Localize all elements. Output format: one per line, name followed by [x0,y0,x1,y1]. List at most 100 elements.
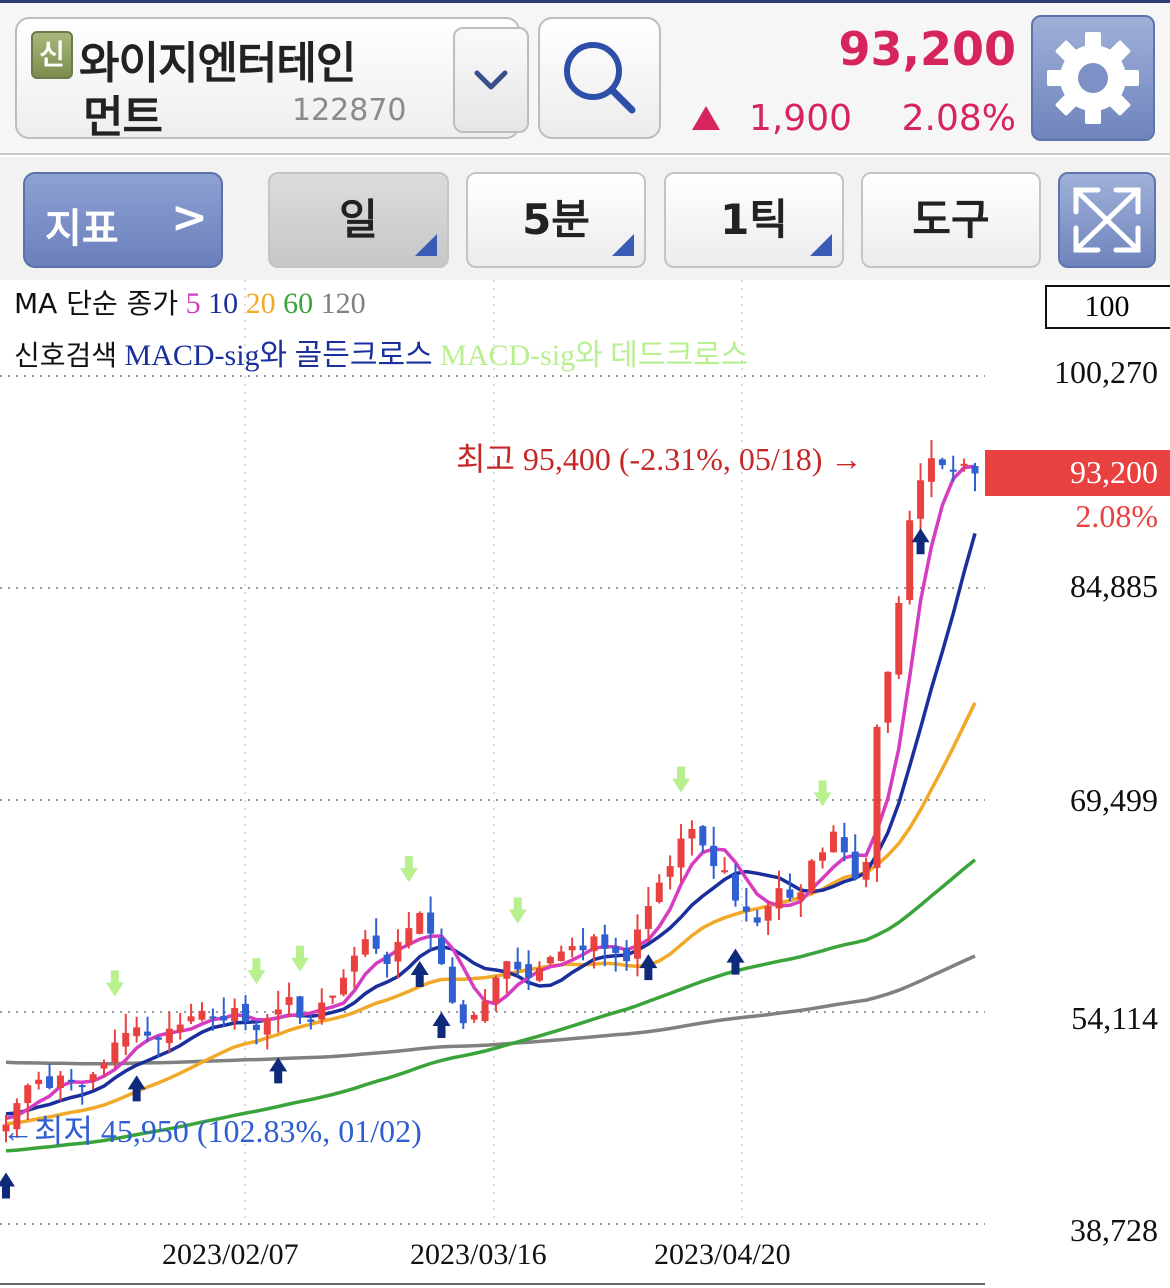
candle-body [535,968,543,981]
candle-body [633,929,641,959]
candle-body [960,463,968,466]
candle-body [263,1019,271,1035]
header-bar: 신 와이지엔터테인 먼트 122870 93,200 1,900 2.08% [0,0,1170,155]
candle-body [742,906,750,912]
candle-body [590,936,598,952]
period-tick-button[interactable]: 1틱 [664,172,844,268]
search-button[interactable] [538,17,661,139]
candle-body [481,1001,489,1022]
candle-body [851,851,859,879]
candle-body [731,873,739,901]
candle-body [252,1024,260,1031]
ma-legend: MA 단순 종가 5 10 20 60 120 [14,282,366,322]
dropdown-corner-icon [810,234,832,256]
signal-legend-prefix: 신호검색 [14,339,118,372]
candle-body [394,941,402,962]
ma-legend-120: 120 [320,287,366,320]
candle-body [786,889,794,898]
candle-body [307,1019,315,1022]
candle-body [165,1028,173,1043]
candle-body [721,870,729,873]
candle-body [296,996,304,1018]
current-price: 93,200 [838,22,1016,76]
candle-body [753,917,761,923]
candle-body [144,1031,152,1036]
golden-cross-arrow-icon [0,1172,15,1199]
candle-body [917,480,925,519]
candle-body [122,1032,130,1047]
candle-body [927,458,935,482]
stock-selector[interactable]: 신 와이지엔터테인 먼트 122870 [15,17,529,143]
candle-body [274,1009,282,1015]
tools-button[interactable]: 도구 [861,172,1041,268]
price-chart[interactable]: MA 단순 종가 5 10 20 60 120 신호검색 MACD-sig와 골… [0,280,1170,1288]
gear-icon [1047,32,1139,124]
candle-body [906,520,914,601]
candle-body [220,1015,228,1021]
dead-cross-arrow-icon [290,945,309,972]
candle-body [35,1079,43,1085]
candle-body [677,838,685,868]
period-5min-button[interactable]: 5분 [466,172,646,268]
expand-button[interactable] [1058,172,1156,268]
candle-body [797,892,805,900]
stock-dropdown-button[interactable] [453,27,529,133]
candle-body [514,961,522,970]
candle-body [819,852,827,861]
candle-body [808,860,816,892]
candle-body [557,951,565,961]
y-axis-label: 100,270 [1054,354,1158,390]
candle-body [176,1024,184,1032]
signal-legend: 신호검색 MACD-sig와 골든크로스 MACD-sig와 데드크로스 [14,330,748,374]
candle-body [503,961,511,979]
y-axis-label: 69,499 [1070,782,1158,818]
candle-body [209,1016,217,1019]
candle-body [350,955,358,972]
candle-body [655,882,663,902]
low-annotation: ←최저 45,950 (102.83%, 01/02) [2,1113,422,1149]
candle-body [895,602,903,675]
candle-body [525,964,533,978]
search-icon [564,42,636,114]
settings-button[interactable] [1031,15,1155,141]
current-price-percent: 2.08% [1075,498,1158,534]
candle-body [340,977,348,995]
candle-body [601,934,609,949]
x-axis-label: 2023/02/07 [162,1238,299,1271]
candle-body [154,1037,162,1040]
price-change: 1,900 [748,98,852,139]
candle-body [242,1003,250,1022]
scale-box[interactable]: 100 [1045,285,1170,329]
candle-body [949,469,957,472]
candle-body [568,946,576,951]
ma-legend-10: 10 [208,287,239,320]
ma-legend-20: 20 [245,287,276,320]
dropdown-corner-icon [612,234,634,256]
price-change-percent: 2.08% [901,98,1016,139]
candle-body [710,845,718,867]
candle-body [372,935,380,949]
dropdown-corner-icon [415,234,437,256]
dead-cross-arrow-icon [672,766,691,793]
current-price-marker: 93,200 [985,450,1170,496]
candle-body [24,1085,32,1104]
candle-body [231,1008,239,1022]
y-axis-label: 54,114 [1071,1000,1158,1036]
candle-body [546,957,554,964]
candle-body [78,1085,86,1088]
period-daily-button[interactable]: 일 [268,172,449,268]
candle-body [427,912,435,934]
candle-body [699,826,707,846]
candle-body [198,1010,206,1020]
dead-cross-arrow-icon [247,958,266,985]
indicator-button[interactable]: 지표 > [23,172,223,268]
candle-body [448,966,456,1003]
candle-body [873,726,881,868]
candle-body [470,1014,478,1020]
dead-cross-arrow-icon [105,970,124,997]
candle-body [416,912,424,934]
chevron-right-icon: > [171,192,208,243]
x-axis-label: 2023/03/16 [410,1238,547,1271]
candle-body [775,888,783,909]
dead-cross-arrow-icon [508,897,527,924]
